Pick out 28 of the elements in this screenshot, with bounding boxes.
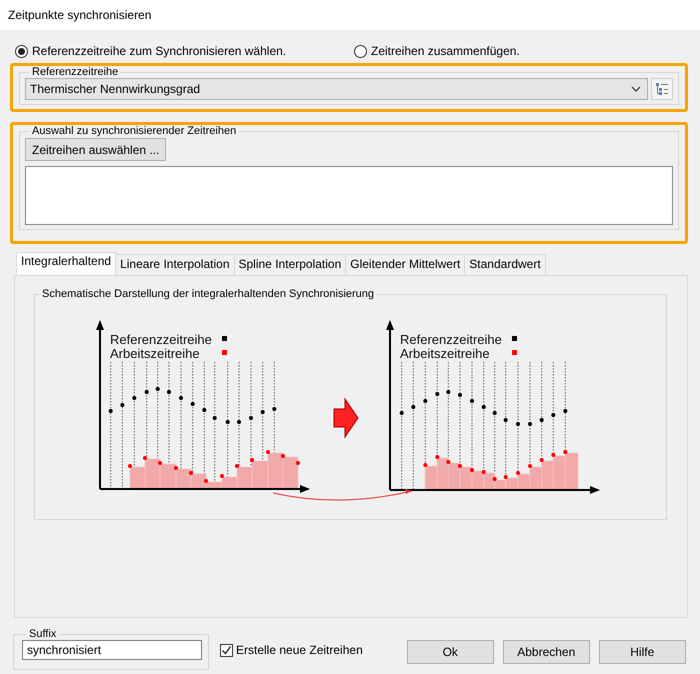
dialog-button[interactable]: Abbrechen xyxy=(502,640,590,664)
chevron-icon xyxy=(631,86,641,92)
select-button[interactable]: Zeitreihen auswählen ... xyxy=(25,138,166,161)
right-arrow-icon xyxy=(334,397,359,439)
group-title: Auswahl zu synchronisierender Zeitreihen xyxy=(31,125,238,137)
checkbox-option[interactable]: Erstelle neue Zeitreihen xyxy=(220,643,363,657)
group-title: Schematische Darstellung der integralerhaltenden Synchronisierung xyxy=(41,288,376,300)
tree-icon xyxy=(655,82,669,96)
tree-button[interactable] xyxy=(651,78,673,100)
radio-button[interactable] xyxy=(354,44,367,58)
tab[interactable]: Integralerhaltend xyxy=(16,252,116,275)
group-title: Referenzzeitreihe xyxy=(31,66,120,78)
legend-label: Arbeitszeitreihe xyxy=(400,346,490,361)
dialog-button[interactable]: Hilfe xyxy=(598,640,686,664)
group-title: Suffix xyxy=(28,628,58,640)
radio-option[interactable]: Zeitreihen zusammenfügen. xyxy=(354,43,520,59)
radio-button[interactable] xyxy=(15,44,28,58)
suffix-field[interactable]: synchronisiert xyxy=(22,640,202,660)
checkbox[interactable] xyxy=(220,644,233,656)
legend-label: Referenzzeitreihe xyxy=(110,332,212,347)
list-box[interactable] xyxy=(25,166,673,225)
tab[interactable]: Standardwert xyxy=(464,254,546,275)
legend-label: Arbeitszeitreihe xyxy=(110,346,200,361)
radio-option[interactable]: Referenzzeitreihe zum Synchronisieren wählen. xyxy=(15,43,286,59)
legend-label: Referenzzeitreihe xyxy=(400,332,502,347)
dialog-button[interactable]: Ok xyxy=(406,640,494,664)
window-title: Zeitpunkte synchronisieren xyxy=(8,8,152,22)
dropdown[interactable]: Thermischer Nennwirkungsgrad xyxy=(25,78,648,100)
